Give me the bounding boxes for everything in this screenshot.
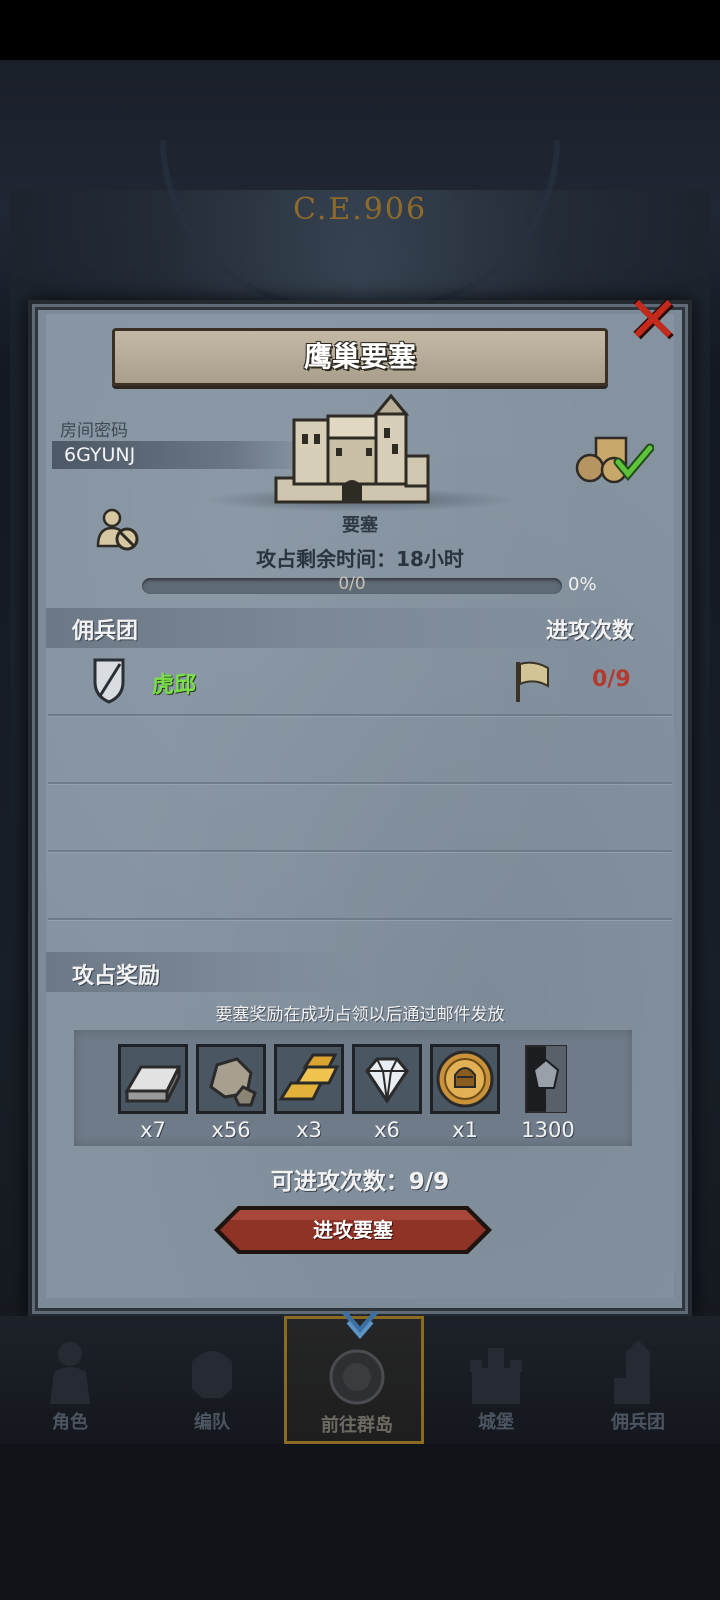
- nav-role[interactable]: 角色: [0, 1316, 140, 1444]
- mercenary-header: 佣兵团 进攻次数: [46, 608, 674, 648]
- shield-sword-icon: [93, 658, 125, 704]
- capture-progress-text: 0/0: [338, 574, 366, 594]
- row-divider: [48, 918, 672, 920]
- capture-progress-percent: 0%: [568, 574, 597, 595]
- fortress-icon: [274, 393, 430, 504]
- stone-ore-icon[interactable]: [196, 1044, 266, 1114]
- knight-coin-icon[interactable]: [430, 1044, 500, 1114]
- flag-icon: [516, 661, 549, 702]
- nav-label: 佣兵团: [611, 1412, 665, 1433]
- mercenary-title: 佣兵团: [72, 619, 139, 644]
- row-divider: [48, 850, 672, 852]
- nav-label: 前往群岛: [321, 1415, 393, 1436]
- reward-note: 要塞奖励在成功占领以后通过邮件发放: [215, 1005, 505, 1025]
- banner-icon[interactable]: [520, 1044, 572, 1114]
- reward-qty: x6: [374, 1118, 400, 1142]
- remaining-attempts: 可进攻次数：9/9: [270, 1169, 450, 1195]
- era-text: C.E.906: [292, 192, 428, 227]
- helmet-icon: [192, 1351, 232, 1398]
- reward-qty: 1300: [521, 1118, 575, 1142]
- nav-formation[interactable]: 编队: [142, 1316, 282, 1444]
- attack-count: 0/9: [592, 667, 631, 692]
- nav-mercenary[interactable]: 佣兵团: [568, 1316, 708, 1444]
- mercenary-name[interactable]: 虎邱: [152, 667, 196, 699]
- nav-label: 角色: [52, 1412, 88, 1433]
- nav-castle[interactable]: 城堡: [426, 1316, 566, 1444]
- reward-qty: x1: [452, 1118, 478, 1142]
- reward-header: 攻占奖励: [46, 952, 366, 992]
- attack-fortress-label[interactable]: 进攻要塞: [212, 1204, 494, 1256]
- row-divider: [48, 714, 672, 716]
- knight-icon: [50, 1342, 90, 1404]
- nav-pointer-icon: [342, 1310, 378, 1340]
- tower-icon: [614, 1340, 650, 1404]
- room-code-label: 房间密码: [60, 421, 128, 441]
- reward-qty: x56: [211, 1118, 251, 1142]
- nav-label: 编队: [194, 1412, 230, 1433]
- castle-icon: [470, 1348, 522, 1404]
- close-x-icon[interactable]: ✕: [626, 289, 680, 353]
- remaining-time: 攻占剩余时间：18小时: [256, 547, 464, 571]
- reward-qty: x7: [140, 1118, 166, 1142]
- diamond-icon[interactable]: [352, 1044, 422, 1114]
- compass-icon: [329, 1349, 385, 1405]
- nav-label: 城堡: [478, 1412, 514, 1433]
- attacks-title: 进攻次数: [545, 619, 634, 644]
- bottom-area: [0, 1444, 720, 1600]
- reward-qty: x3: [296, 1118, 322, 1142]
- status-bar: [0, 0, 720, 60]
- silver-ingot-icon[interactable]: [118, 1044, 188, 1114]
- row-divider: [48, 782, 672, 784]
- dialog-title: 鹰巢要塞: [112, 328, 608, 386]
- gold-bars-icon[interactable]: [274, 1044, 344, 1114]
- supplies-check-icon[interactable]: [574, 434, 654, 484]
- room-code: 6GYUNJ: [64, 444, 136, 466]
- reward-title: 攻占奖励: [72, 964, 161, 989]
